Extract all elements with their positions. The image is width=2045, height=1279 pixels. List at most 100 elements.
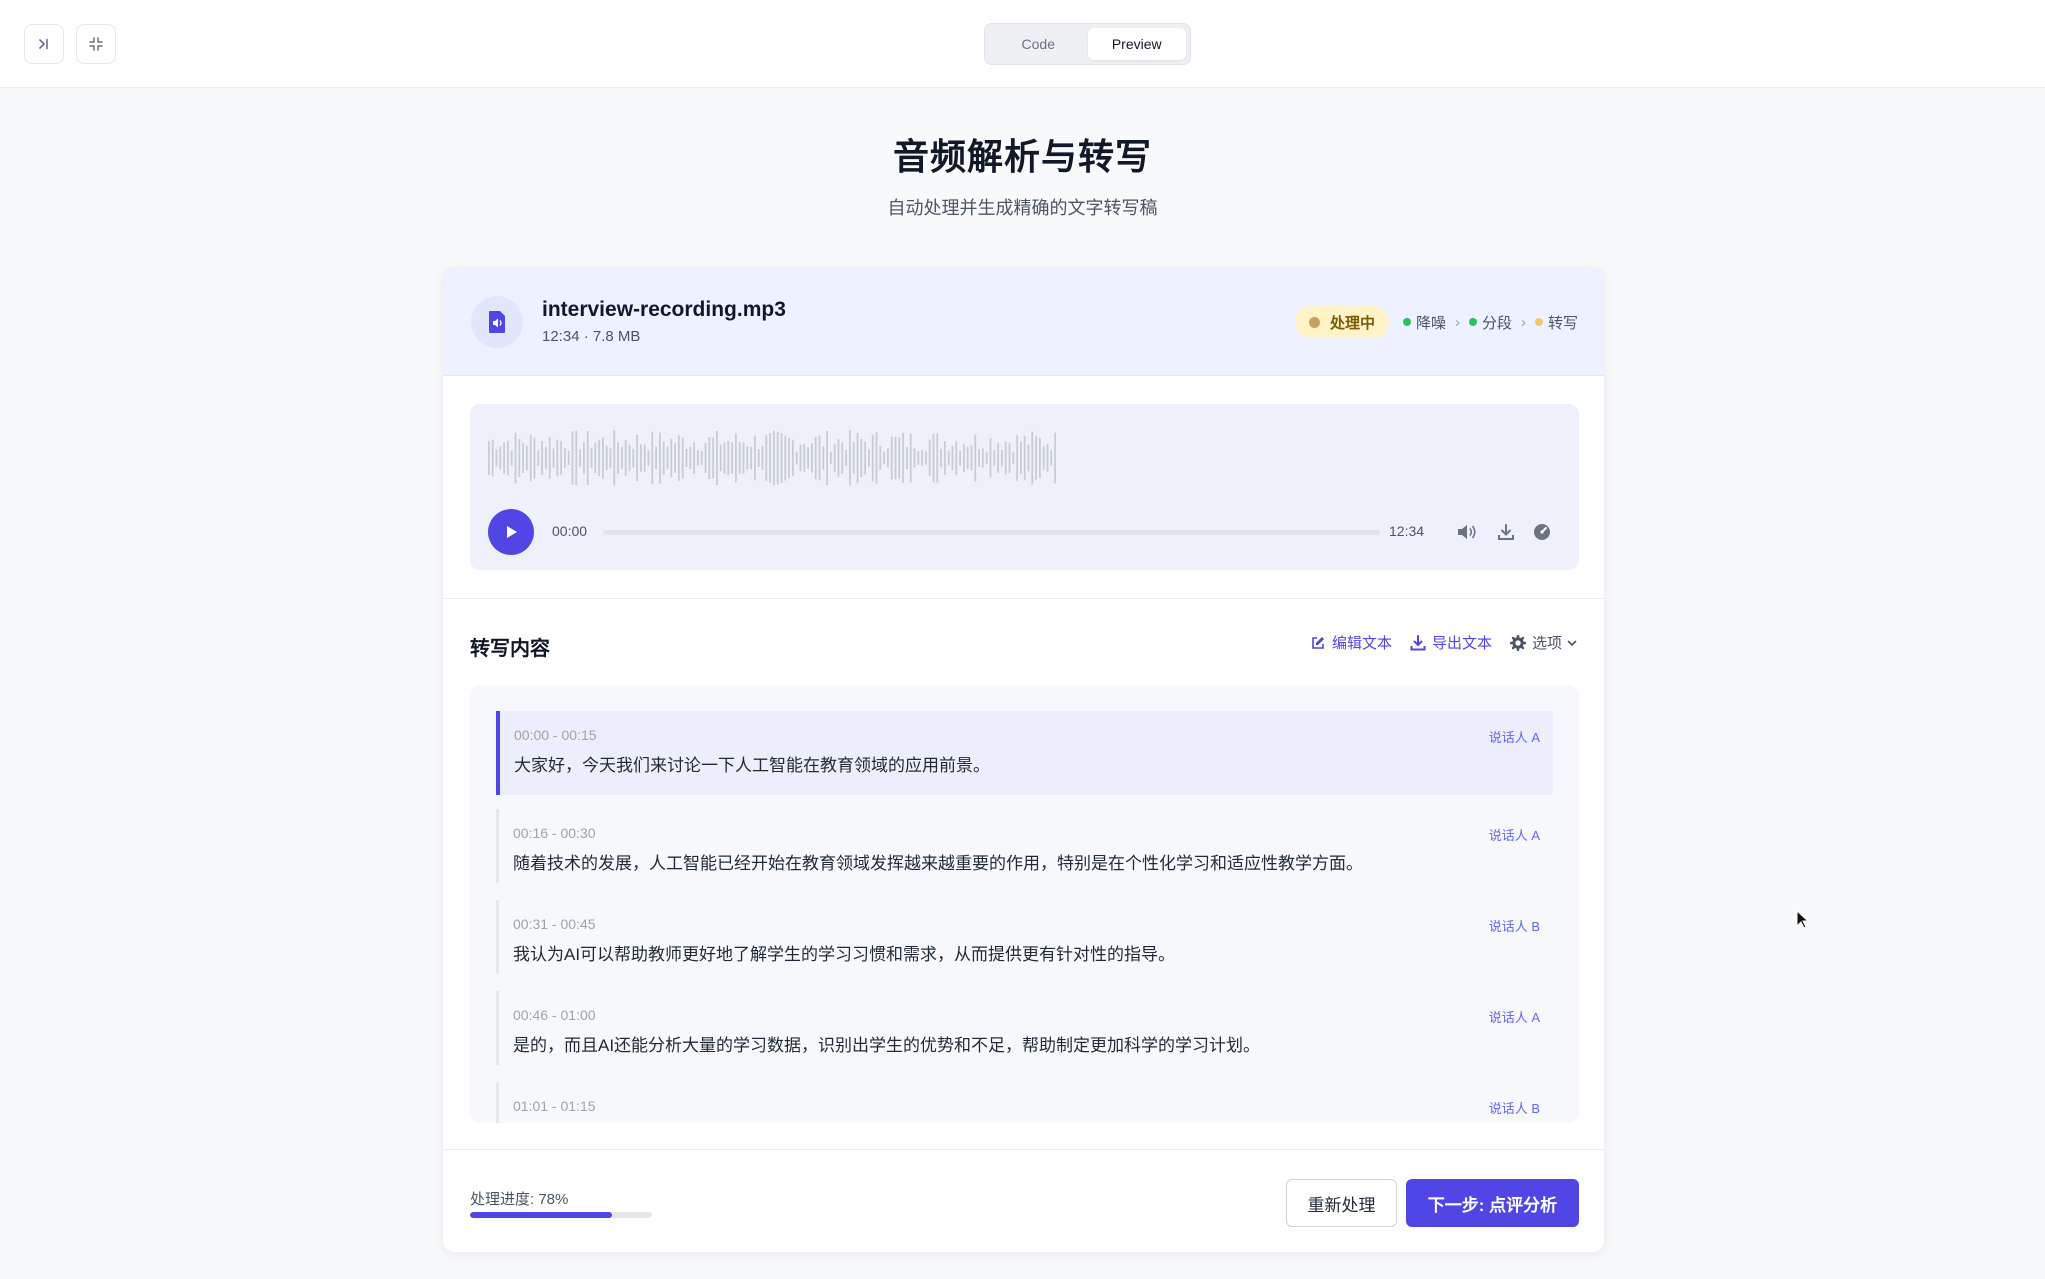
seek-bar[interactable] bbox=[603, 530, 1380, 535]
waveform-bar bbox=[678, 435, 680, 481]
transcript-segment[interactable]: 00:31 - 00:45 说话人 B 我认为AI可以帮助教师更好地了解学生的学… bbox=[496, 900, 1553, 974]
waveform-bar bbox=[564, 448, 566, 468]
waveform-bar bbox=[917, 451, 920, 465]
waveform-bar bbox=[970, 445, 973, 471]
collapse-sidebar-button[interactable] bbox=[24, 24, 64, 64]
waveform-bar bbox=[491, 439, 494, 477]
play-icon bbox=[507, 526, 517, 538]
download-audio-button[interactable] bbox=[1493, 519, 1519, 545]
options-label: 选项 bbox=[1531, 635, 1562, 652]
waveform-bar bbox=[1050, 450, 1053, 466]
waveform-bar bbox=[518, 439, 521, 477]
waveform-bar bbox=[818, 435, 821, 481]
waveform-bar bbox=[807, 447, 809, 469]
waveform-bar bbox=[605, 445, 608, 471]
waveform-bar bbox=[833, 444, 836, 472]
volume-icon bbox=[1458, 525, 1476, 539]
export-text-button[interactable]: 导出文本 bbox=[1410, 632, 1492, 653]
waveform-bar bbox=[586, 430, 589, 486]
reprocess-button[interactable]: 重新处理 bbox=[1286, 1179, 1397, 1227]
edit-text-button[interactable]: 编辑文本 bbox=[1310, 632, 1392, 653]
waveform-bar bbox=[1008, 442, 1011, 474]
waveform-bar bbox=[727, 441, 730, 475]
waveform-bar bbox=[674, 443, 676, 473]
waveform-bar bbox=[571, 431, 574, 485]
waveform-bar bbox=[628, 444, 631, 472]
waveform-bar bbox=[594, 442, 597, 474]
waveform-bar bbox=[632, 448, 635, 468]
waveform-bar bbox=[602, 437, 604, 479]
next-step-button[interactable]: 下一步: 点评分析 bbox=[1406, 1179, 1579, 1227]
status-text: 处理中 bbox=[1329, 314, 1375, 332]
tab-preview[interactable]: Preview bbox=[1087, 28, 1186, 60]
waveform-bar bbox=[784, 435, 787, 481]
waveform-bar bbox=[624, 439, 627, 477]
edit-text-label: 编辑文本 bbox=[1331, 635, 1392, 652]
waveform-bar bbox=[868, 449, 870, 467]
waveform-bar bbox=[1035, 436, 1037, 480]
waveform-bar bbox=[864, 441, 866, 475]
transcript-segment[interactable]: 01:01 - 01:15 说话人 B bbox=[496, 1082, 1553, 1123]
play-button[interactable] bbox=[488, 509, 534, 555]
step-denoise: 降噪 bbox=[1402, 312, 1446, 333]
tab-code[interactable]: Code bbox=[989, 28, 1088, 60]
playback-speed-button[interactable] bbox=[1529, 519, 1555, 545]
status-dot bbox=[1308, 316, 1320, 328]
step-dot bbox=[1468, 318, 1477, 326]
waveform-bar bbox=[944, 441, 946, 475]
volume-button[interactable] bbox=[1454, 519, 1480, 545]
audio-player: 00:00 12:34 bbox=[470, 404, 1579, 570]
step-dot bbox=[1534, 318, 1543, 326]
waveform-bar bbox=[685, 449, 688, 467]
waveform-bar bbox=[776, 431, 779, 485]
export-text-label: 导出文本 bbox=[1431, 635, 1492, 652]
segment-text: 大家好，今天我们来讨论一下人工智能在教育领域的应用前景。 bbox=[514, 756, 990, 775]
transcript-segment[interactable]: 00:16 - 00:30 说话人 A 随着技术的发展，人工智能已经开始在教育领… bbox=[496, 809, 1553, 883]
segment-speaker: 说话人 A bbox=[1488, 730, 1540, 745]
waveform[interactable] bbox=[488, 428, 1058, 488]
waveform-bar bbox=[1031, 431, 1034, 485]
download-icon bbox=[1410, 634, 1426, 650]
waveform-bar bbox=[548, 437, 551, 479]
waveform-bar bbox=[708, 437, 711, 479]
waveform-bar bbox=[575, 430, 578, 486]
waveform-bar bbox=[936, 433, 939, 483]
waveform-bar bbox=[890, 436, 893, 480]
segment-speaker: 说话人 A bbox=[1488, 1010, 1540, 1025]
waveform-bar bbox=[719, 444, 722, 472]
waveform-bar bbox=[845, 450, 847, 466]
step-segment: 分段 bbox=[1468, 312, 1512, 333]
waveform-bar bbox=[541, 441, 543, 475]
transcript-segment[interactable]: 00:46 - 01:00 说话人 A 是的，而且AI还能分析大量的学习数据，识… bbox=[496, 991, 1553, 1065]
download-icon bbox=[1498, 524, 1514, 540]
waveform-bar bbox=[643, 444, 646, 472]
fullscreen-button[interactable] bbox=[76, 24, 116, 64]
waveform-bar bbox=[598, 439, 600, 477]
step-label: 分段 bbox=[1481, 314, 1512, 332]
page-title: 音频解析与转写 bbox=[892, 136, 1152, 177]
segment-time: 00:46 - 01:00 bbox=[513, 1007, 596, 1023]
waveform-bar bbox=[529, 434, 532, 482]
waveform-bar bbox=[533, 437, 536, 479]
waveform-bar bbox=[655, 446, 657, 470]
waveform-bar bbox=[883, 451, 885, 465]
waveform-bar bbox=[560, 441, 562, 475]
waveform-bar bbox=[951, 445, 954, 471]
segment-time: 00:16 - 00:30 bbox=[513, 825, 596, 841]
waveform-bar bbox=[993, 450, 996, 466]
options-dropdown[interactable]: 选项 bbox=[1509, 632, 1578, 653]
waveform-bar bbox=[913, 448, 916, 468]
waveform-bar bbox=[659, 432, 661, 484]
waveform-bar bbox=[689, 447, 692, 469]
segment-text: 随着技术的发展，人工智能已经开始在教育领域发挥越来越重要的作用，特别是在个性化学… bbox=[513, 854, 1363, 873]
transcript-segment[interactable]: 00:00 - 00:15 说话人 A 大家好，今天我们来讨论一下人工智能在教育… bbox=[496, 711, 1553, 795]
waveform-bar bbox=[989, 438, 992, 478]
waveform-bar bbox=[1023, 435, 1026, 481]
waveform-bar bbox=[985, 451, 988, 465]
waveform-bar bbox=[666, 446, 669, 470]
waveform-bar bbox=[875, 432, 878, 484]
waveform-bar bbox=[773, 430, 775, 486]
waveform-bar bbox=[716, 430, 718, 486]
waveform-bar bbox=[928, 440, 931, 476]
step-label: 降噪 bbox=[1415, 314, 1446, 332]
